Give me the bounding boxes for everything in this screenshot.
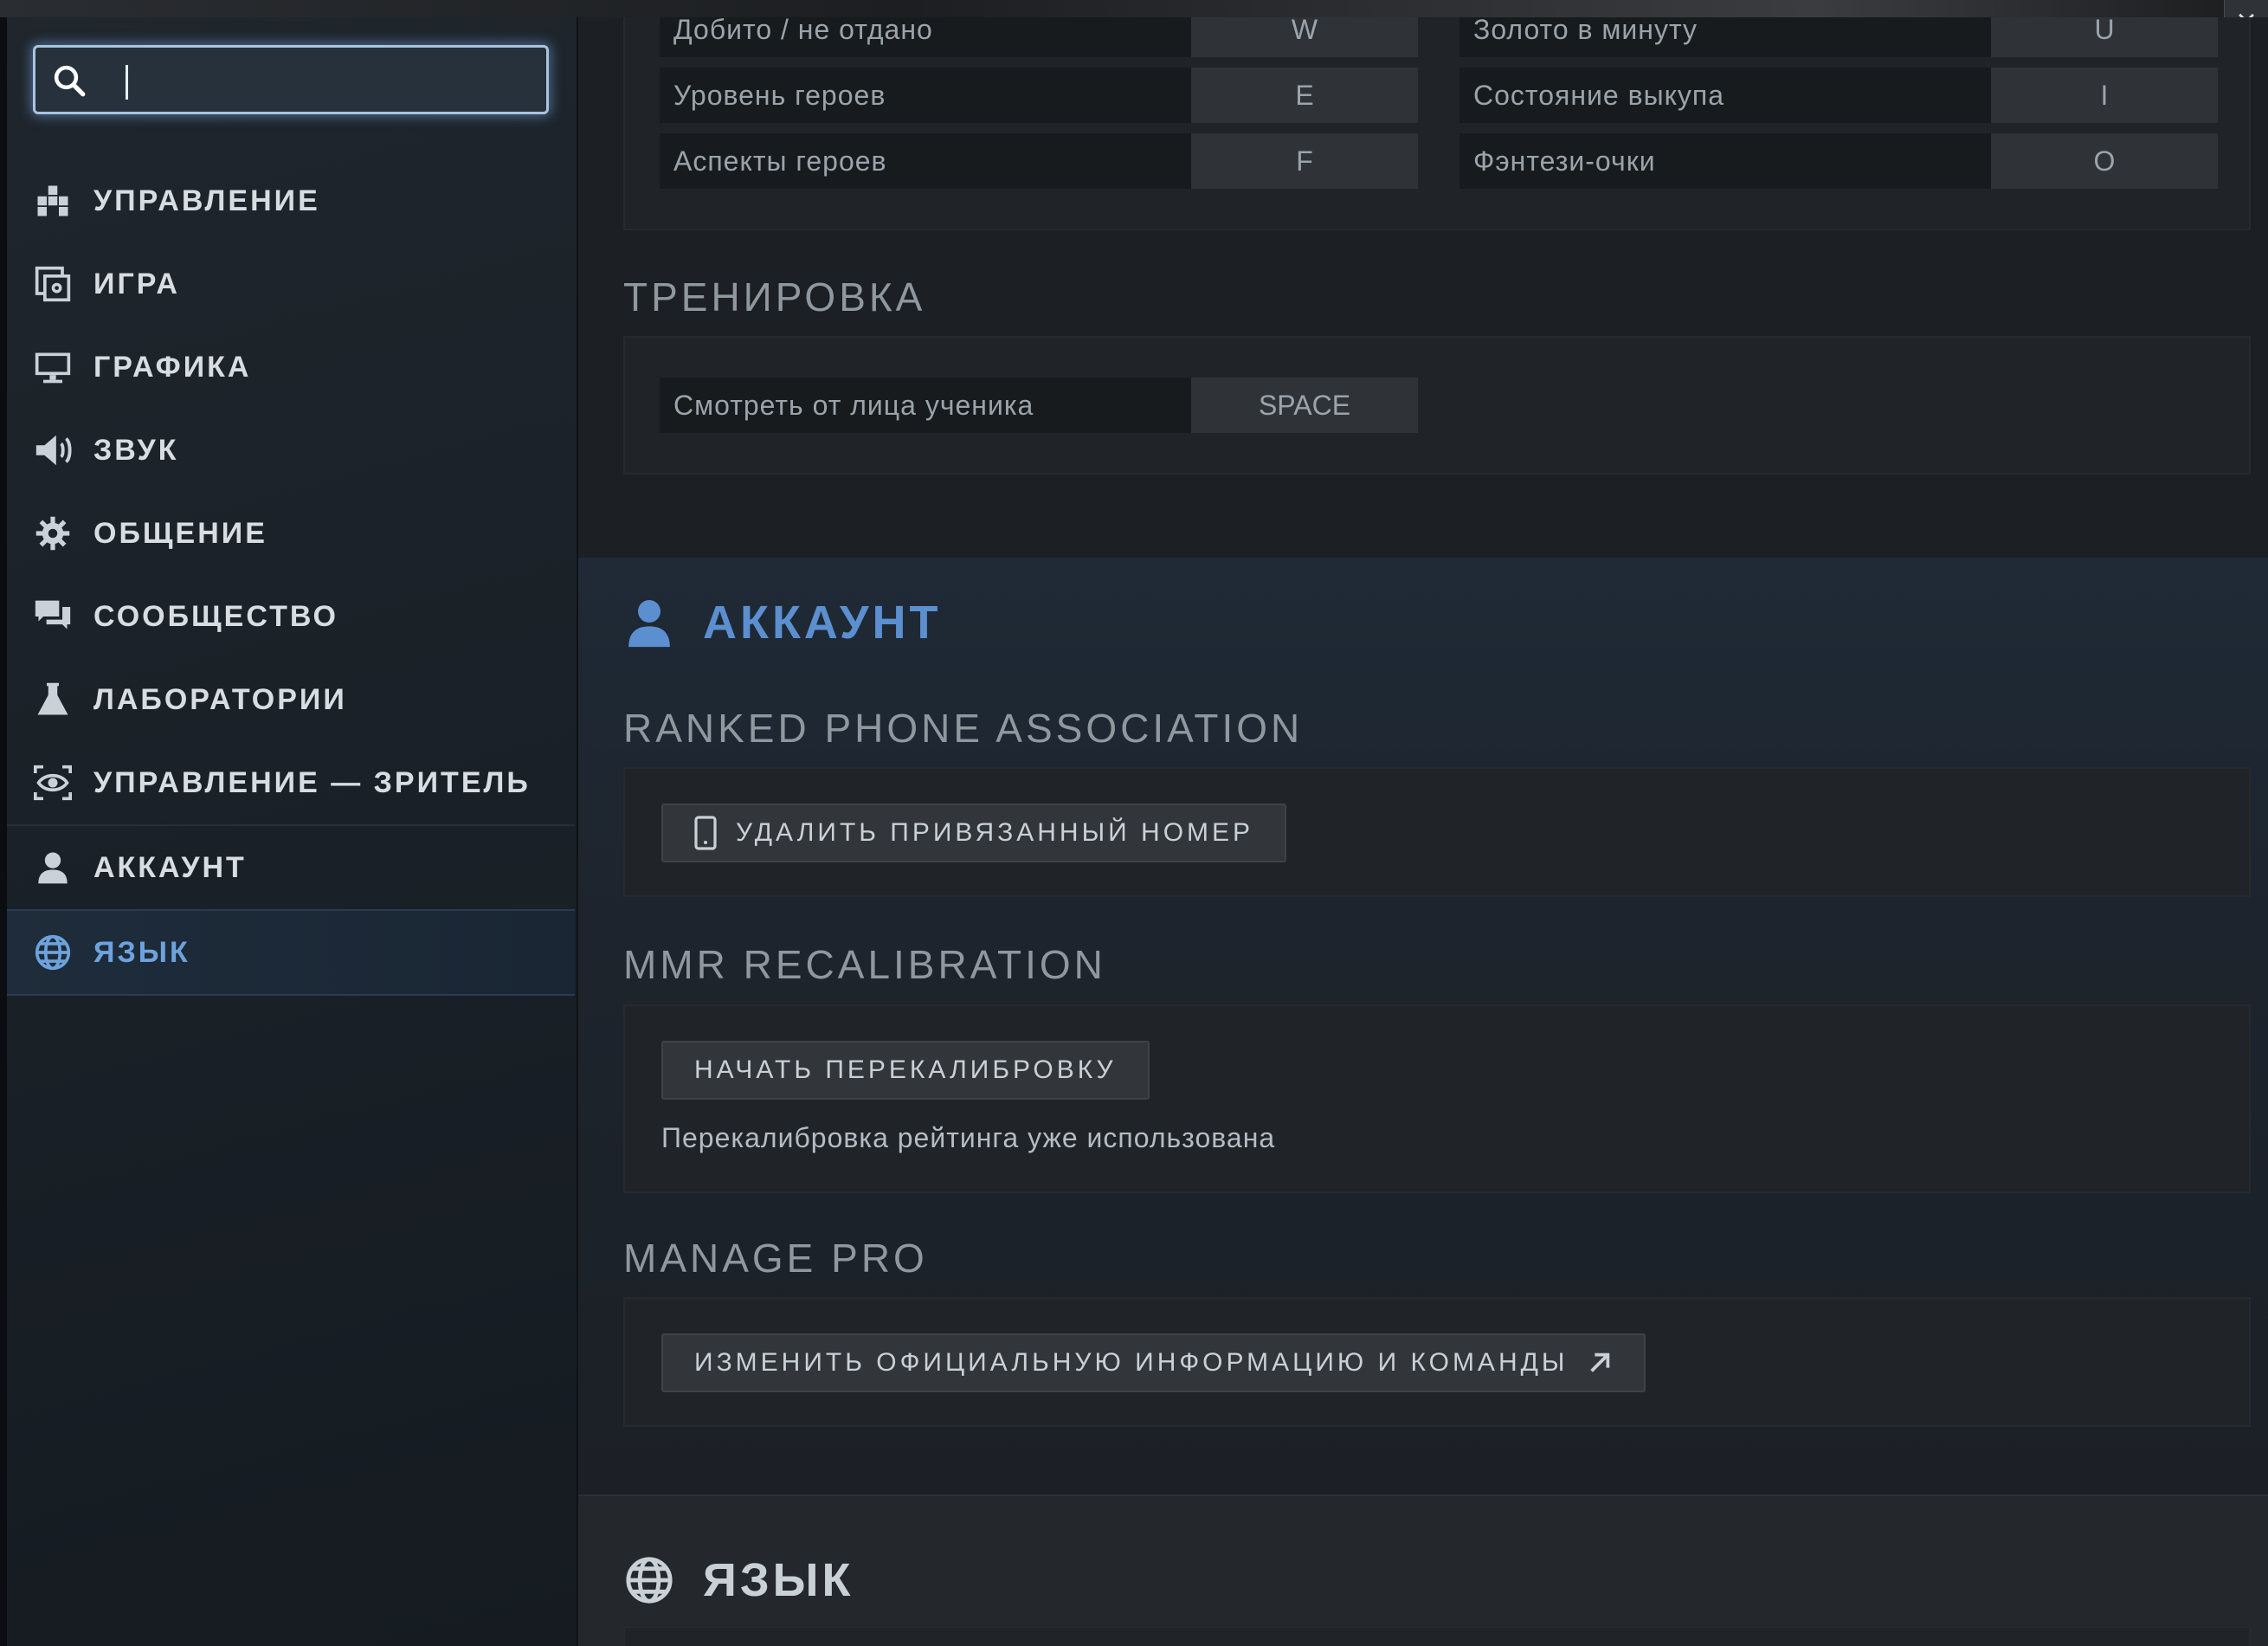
sidebar-item-graphics[interactable]: ГРАФИКА xyxy=(7,326,575,409)
sidebar-item-label: СООБЩЕСТВО xyxy=(93,599,338,633)
user-icon xyxy=(33,848,73,888)
chat-bubbles-icon xyxy=(33,597,73,636)
sidebar-item-label: АККАУНТ xyxy=(93,850,247,884)
phone-icon xyxy=(694,816,717,850)
keybind-key[interactable]: O xyxy=(1991,133,2218,189)
keybind-name: Золото в минуту xyxy=(1459,17,1991,57)
sidebar-item-account[interactable]: АККАУНТ xyxy=(7,824,575,909)
keybind-name: Аспекты героев xyxy=(660,133,1191,189)
sidebar-item-label: ОБЩЕНИЕ xyxy=(93,516,267,550)
sidebar-item-label: ЯЗЫК xyxy=(93,935,190,969)
edit-pro-info-label: ИЗМЕНИТЬ ОФИЦИАЛЬНУЮ ИНФОРМАЦИЮ И КОМАНД… xyxy=(694,1348,1569,1377)
flask-icon xyxy=(33,680,73,720)
keybind-key[interactable]: W xyxy=(1191,17,1418,57)
edit-pro-info-button[interactable]: ИЗМЕНИТЬ ОФИЦИАЛЬНУЮ ИНФОРМАЦИЮ И КОМАНД… xyxy=(661,1333,1646,1392)
keybind-panel: Добито / не отдано W Золото в минуту U У… xyxy=(623,17,2251,230)
globe-icon xyxy=(33,933,73,972)
keybind-key[interactable]: U xyxy=(1991,17,2218,57)
sidebar-item-label: ЗВУК xyxy=(93,433,179,467)
recalibration-note: Перекалибровка рейтинга уже использована xyxy=(661,1122,1276,1153)
sidebar-item-language[interactable]: ЯЗЫК xyxy=(7,909,575,996)
language-heading-text: ЯЗЫК xyxy=(703,1554,854,1606)
settings-window: УПРАВЛЕНИЕ ИГРА ГРАФИКА ЗВУК ОБЩЕНИЕ СОО… xyxy=(7,17,2268,1646)
sidebar-item-label: ЛАБОРАТОРИИ xyxy=(93,682,347,716)
keybind-key[interactable]: F xyxy=(1191,133,1418,189)
section-title-ranked-phone: RANKED PHONE ASSOCIATION xyxy=(623,706,1304,751)
settings-content: Добито / не отдано W Золото в минуту U У… xyxy=(578,17,2268,1646)
ranked-phone-panel: УДАЛИТЬ ПРИВЯЗАННЫЙ НОМЕР xyxy=(623,767,2251,897)
sidebar-item-social[interactable]: ОБЩЕНИЕ xyxy=(7,492,575,575)
sidebar-item-controls[interactable]: УПРАВЛЕНИЕ xyxy=(7,159,575,242)
keybind-name: Фэнтези-очки xyxy=(1459,133,1991,189)
controls-icon xyxy=(33,181,73,221)
sidebar-item-label: УПРАВЛЕНИЕ xyxy=(93,184,320,217)
language-panel xyxy=(623,1626,2251,1646)
search-box[interactable] xyxy=(33,45,549,114)
sidebar: УПРАВЛЕНИЕ ИГРА ГРАФИКА ЗВУК ОБЩЕНИЕ СОО… xyxy=(7,17,578,1646)
sidebar-item-labs[interactable]: ЛАБОРАТОРИИ xyxy=(7,658,575,741)
sidebar-item-label: УПРАВЛЕНИЕ — ЗРИТЕЛЬ xyxy=(93,765,531,799)
start-recalibration-button[interactable]: НАЧАТЬ ПЕРЕКАЛИБРОВКУ xyxy=(661,1041,1150,1100)
eye-icon xyxy=(33,763,73,803)
search-icon xyxy=(54,65,86,97)
gear-icon xyxy=(33,513,73,553)
language-heading: ЯЗЫК xyxy=(623,1553,854,1607)
sidebar-item-label: ГРАФИКА xyxy=(93,350,252,384)
account-heading: АККАУНТ xyxy=(623,596,941,649)
training-panel: Смотреть от лица ученика SPACE xyxy=(623,336,2251,474)
mmr-panel: НАЧАТЬ ПЕРЕКАЛИБРОВКУ Перекалибровка рей… xyxy=(623,1004,2251,1193)
top-strip xyxy=(0,0,2268,17)
start-recalibration-label: НАЧАТЬ ПЕРЕКАЛИБРОВКУ xyxy=(694,1055,1117,1084)
sidebar-item-game[interactable]: ИГРА xyxy=(7,242,575,326)
keybind-name: Смотреть от лица ученика xyxy=(660,378,1191,433)
manage-pro-panel: ИЗМЕНИТЬ ОФИЦИАЛЬНУЮ ИНФОРМАЦИЮ И КОМАНД… xyxy=(623,1297,2251,1427)
sidebar-nav: УПРАВЛЕНИЕ ИГРА ГРАФИКА ЗВУК ОБЩЕНИЕ СОО… xyxy=(7,159,575,996)
keybind-name: Уровень героев xyxy=(660,68,1191,123)
keybind-name: Состояние выкупа xyxy=(1459,68,1991,123)
remove-phone-label: УДАЛИТЬ ПРИВЯЗАННЫЙ НОМЕР xyxy=(736,818,1254,847)
user-icon xyxy=(623,597,675,649)
remove-phone-button[interactable]: УДАЛИТЬ ПРИВЯЗАННЫЙ НОМЕР xyxy=(661,804,1287,862)
search-input[interactable] xyxy=(131,56,532,107)
monitor-icon xyxy=(33,347,73,387)
sidebar-item-sound[interactable]: ЗВУК xyxy=(7,409,575,492)
text-caret xyxy=(126,65,128,100)
account-heading-text: АККАУНТ xyxy=(703,597,942,649)
sidebar-item-community[interactable]: СООБЩЕСТВО xyxy=(7,575,575,658)
globe-icon xyxy=(623,1554,675,1606)
game-settings-icon xyxy=(33,264,73,304)
external-link-icon xyxy=(1587,1350,1613,1376)
keybind-key[interactable]: I xyxy=(1991,68,2218,123)
keybind-key[interactable]: E xyxy=(1191,68,1418,123)
keybind-name: Добито / не отдано xyxy=(660,17,1191,57)
sidebar-item-spectator-controls[interactable]: УПРАВЛЕНИЕ — ЗРИТЕЛЬ xyxy=(7,741,575,824)
section-title-training: ТРЕНИРОВКА xyxy=(623,274,926,320)
sidebar-item-label: ИГРА xyxy=(93,267,180,300)
keybind-key[interactable]: SPACE xyxy=(1191,378,1418,433)
section-title-manage-pro: MANAGE PRO xyxy=(623,1236,928,1281)
section-title-mmr: MMR RECALIBRATION xyxy=(623,942,1106,987)
speaker-icon xyxy=(33,430,73,470)
